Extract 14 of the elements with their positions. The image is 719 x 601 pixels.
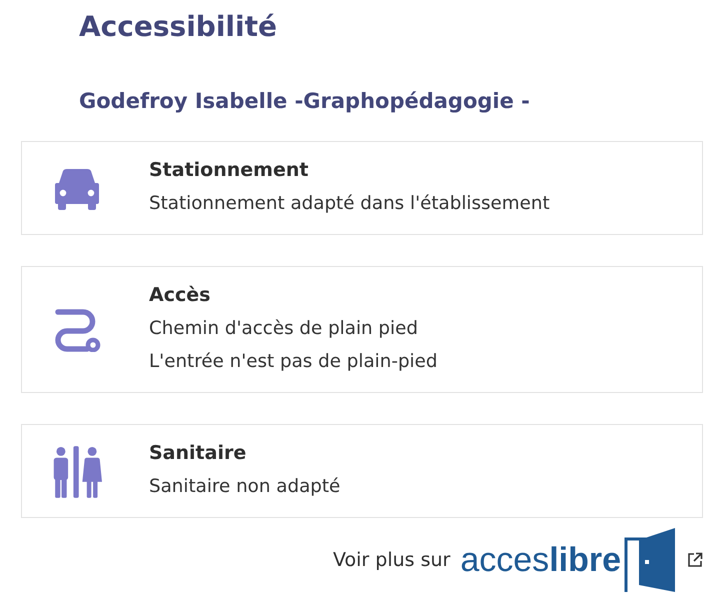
info-line: Stationnement adapté dans l'établissement xyxy=(149,192,550,216)
section-title: Sanitaire xyxy=(149,441,248,466)
logo-link[interactable]: acceslibre xyxy=(460,528,703,592)
section-title: Accès xyxy=(149,283,212,308)
route-icon xyxy=(53,308,101,352)
section-title: Stationnement xyxy=(149,158,310,183)
establishment-name: Godefroy Isabelle -Graphopédagogie - xyxy=(79,88,531,115)
car-icon xyxy=(54,168,100,210)
info-line: Chemin d'accès de plain pied xyxy=(149,317,419,341)
external-link-icon xyxy=(687,552,703,568)
info-line: L'entrée n'est pas de plain-pied xyxy=(149,350,438,374)
see-more-text: Voir plus sur xyxy=(333,549,450,571)
info-line: Sanitaire non adapté xyxy=(149,475,340,499)
page-heading: Accessibilité xyxy=(79,9,278,45)
